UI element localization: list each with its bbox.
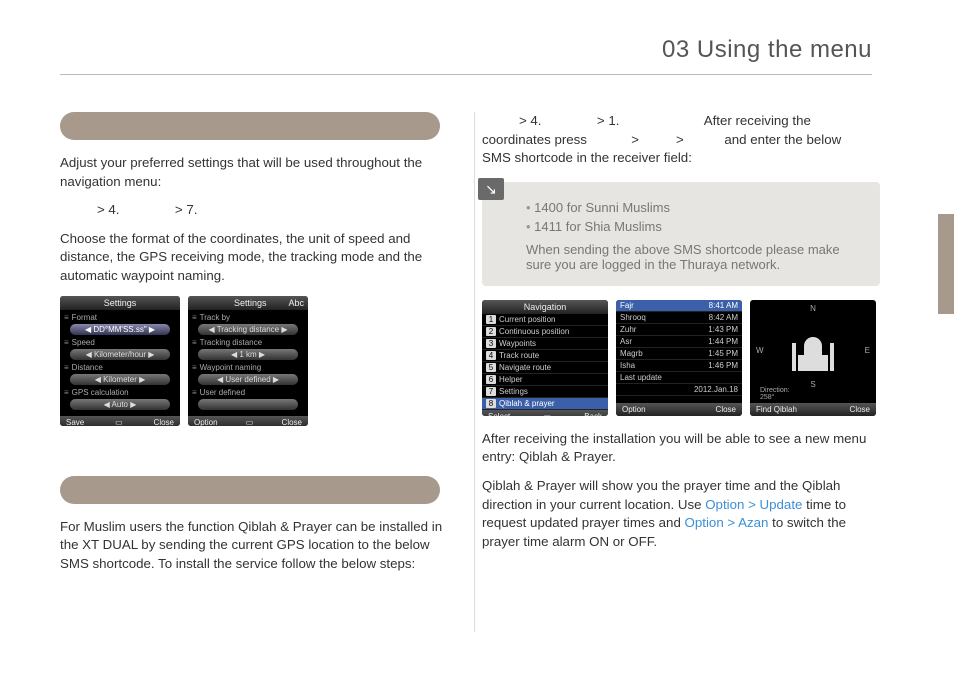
phone-menu-item: 2Continuous position — [482, 326, 608, 338]
compass-south-icon: S — [810, 380, 815, 389]
last-update-value: 2012.Jan.18 — [616, 384, 742, 396]
page-title: 03 Using the menu — [662, 36, 872, 64]
settings-path-text: > 4. > 7. — [60, 201, 458, 220]
phone-screenshot-settings-2: Settings Abc ≡ Track by ◀ Tracking distan… — [188, 296, 308, 426]
note-text: When sending the above SMS shortcode ple… — [526, 242, 862, 272]
phone-softkey-left: Option — [622, 405, 646, 414]
direction-label: Direction: — [760, 387, 790, 394]
prayer-time-row: Magrb1:45 PM — [616, 348, 742, 360]
phone-field-value: ◀ 1 km ▶ — [198, 349, 298, 360]
phone-softkey-left: Option — [194, 418, 218, 426]
phone-header: Settings — [60, 296, 180, 310]
side-tab — [938, 214, 954, 314]
left-column: Adjust your preferred settings that will… — [60, 112, 458, 583]
note-list-item: 1411 for Shia Muslims — [526, 219, 862, 234]
phone-menu-item: 7Settings — [482, 386, 608, 398]
phone-field-value: ◀ User defined ▶ — [198, 374, 298, 385]
ok-icon: ▭ — [543, 412, 551, 416]
compass-east-icon: E — [865, 346, 870, 355]
horizontal-rule — [60, 74, 872, 75]
steps-text: > 4. > 1. After receiving thecoordinates… — [482, 112, 880, 168]
phone-field-label: ≡ GPS calculation — [64, 388, 176, 397]
right-column: > 4. > 1. After receiving thecoordinates… — [482, 112, 880, 583]
phone-field-value: ◀ Kilometer/hour ▶ — [70, 349, 170, 360]
section-heading-pill — [60, 476, 440, 504]
input-mode-indicator: Abc — [288, 298, 304, 308]
note-list: 1400 for Sunni Muslims 1411 for Shia Musl… — [526, 200, 862, 234]
phone-screenshot-qiblah-direction: N S W E Direction: 258° Find Qiblah Clos… — [750, 300, 876, 416]
phone-softkey-right: Close — [850, 405, 870, 414]
note-box: ↘ 1400 for Sunni Muslims1411 for Shia Mu… — [482, 182, 880, 286]
phone-field-value: ◀ DD°MM'SS.ss" ▶ — [70, 324, 170, 335]
prayer-time-row: Fajr8:41 AM — [616, 300, 742, 312]
phone-softkey-left: Find Qiblah — [756, 405, 797, 414]
phone-softkey-right: Close — [154, 418, 174, 426]
after-install-text-1: After receiving the installation you wil… — [482, 430, 880, 467]
phone-softkey-right: Close — [282, 418, 302, 426]
compass-north-icon: N — [810, 304, 816, 313]
phone-softkey-right: Close — [716, 405, 736, 414]
phone-field-value: ◀ Tracking distance ▶ — [198, 324, 298, 335]
phone-field-label: ≡ Speed — [64, 338, 176, 347]
prayer-time-row: Isha1:46 PM — [616, 360, 742, 372]
phone-header: Settings — [234, 298, 267, 308]
phone-field-value — [198, 399, 298, 410]
compass-west-icon: W — [756, 346, 764, 355]
section-heading-pill — [60, 112, 440, 140]
phone-field-value: ◀ Kilometer ▶ — [70, 374, 170, 385]
phone-softkey-left: Save — [66, 418, 84, 426]
phone-field-label: ≡ Distance — [64, 363, 176, 372]
ok-icon: ▭ — [115, 418, 123, 426]
option-azan-link[interactable]: Option > Azan — [685, 515, 769, 530]
option-update-link[interactable]: Option > Update — [705, 497, 802, 512]
mosque-icon — [790, 331, 836, 371]
last-update-row: Last update — [616, 372, 742, 384]
phone-menu-item: 5Navigate route — [482, 362, 608, 374]
prayer-time-row: Zuhr1:43 PM — [616, 324, 742, 336]
phone-menu-item: 8Qiblah & prayer — [482, 398, 608, 410]
after-install-text-2: Qiblah & Prayer will show you the prayer… — [482, 477, 880, 551]
phone-field-label: ≡ Waypoint naming — [192, 363, 304, 372]
phone-menu-item: 3Waypoints — [482, 338, 608, 350]
prayer-time-row: Shrooq8:42 AM — [616, 312, 742, 324]
phone-field-label: ≡ Track by — [192, 313, 304, 322]
phone-menu-item: 4Track route — [482, 350, 608, 362]
phone-screenshot-navigation: Navigation 1Current position2Continuous … — [482, 300, 608, 416]
phone-softkey-right: Back — [584, 412, 602, 416]
direction-value: 258° — [760, 394, 774, 401]
settings-screens-row: Settings ≡ Format ◀ DD°MM'SS.ss" ▶ ≡ Speed… — [60, 296, 458, 426]
qiblah-screens-row: Navigation 1Current position2Continuous … — [482, 300, 880, 416]
prayer-time-row: Asr1:44 PM — [616, 336, 742, 348]
phone-softkey-left: Select — [488, 412, 510, 416]
phone-screenshot-settings-1: Settings ≡ Format ◀ DD°MM'SS.ss" ▶ ≡ Speed… — [60, 296, 180, 426]
phone-menu-item: 6Helper — [482, 374, 608, 386]
phone-screenshot-prayer-times: Fajr8:41 AMShrooq8:42 AMZuhr1:43 PMAsr1:… — [616, 300, 742, 416]
phone-field-value: ◀ Auto ▶ — [70, 399, 170, 410]
settings-desc-text: Choose the format of the coordinates, th… — [60, 230, 458, 286]
qiblah-intro-text: For Muslim users the function Qiblah & P… — [60, 518, 458, 574]
note-arrow-icon: ↘ — [478, 178, 504, 200]
phone-menu-item: 1Current position — [482, 314, 608, 326]
settings-intro-text: Adjust your preferred settings that will… — [60, 154, 458, 191]
phone-field-label: ≡ Tracking distance — [192, 338, 304, 347]
phone-header: Navigation — [482, 300, 608, 314]
ok-icon: ▭ — [246, 418, 254, 426]
note-list-item: 1400 for Sunni Muslims — [526, 200, 862, 215]
phone-field-label: ≡ Format — [64, 313, 176, 322]
phone-field-label: ≡ User defined — [192, 388, 304, 397]
